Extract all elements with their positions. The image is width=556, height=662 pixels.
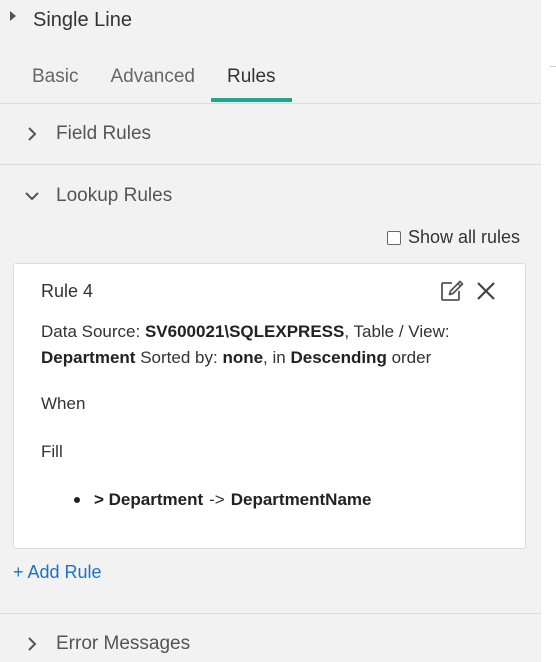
tab-rules[interactable]: Rules — [210, 60, 292, 102]
mapping-arrow: -> — [209, 490, 225, 509]
section-field-rules[interactable]: Field Rules — [24, 119, 151, 149]
section-label: Lookup Rules — [56, 185, 173, 206]
bullet-icon — [74, 497, 80, 503]
mapping-target: DepartmentName — [230, 490, 372, 509]
field-header[interactable]: Single Line — [10, 4, 132, 36]
chevron-down-icon — [25, 192, 39, 201]
when-label: When — [41, 394, 86, 413]
sorted-by-value: none — [222, 348, 264, 367]
section-error-messages[interactable]: Error Messages — [24, 629, 190, 659]
section-label: Error Messages — [56, 633, 191, 654]
tab-basic[interactable]: Basic — [16, 60, 94, 96]
chevron-right-icon — [28, 127, 37, 141]
show-all-rules-label: Show all rules — [407, 227, 520, 247]
show-all-rules-toggle[interactable]: Show all rules — [386, 227, 520, 248]
order-suffix: order — [391, 348, 432, 367]
in-prefix: , in — [263, 348, 286, 367]
data-source-prefix: Data Source: — [41, 322, 141, 341]
section-label: Field Rules — [56, 123, 152, 144]
section-lookup-rules[interactable]: Lookup Rules — [24, 181, 172, 211]
data-source-value: SV600021\SQLEXPRESS — [144, 322, 345, 341]
fill-mapping-item: > Department -> DepartmentName — [74, 490, 371, 510]
mapping-source: > Department — [94, 490, 204, 509]
caret-right-icon[interactable] — [10, 11, 16, 21]
rule-actions — [439, 278, 499, 304]
tab-bar: Basic Advanced Rules — [16, 60, 292, 104]
sorted-by-prefix: Sorted by: — [140, 348, 218, 367]
divider — [550, 66, 556, 67]
rule-card: Rule 4 Data Source: SV600021\SQLEXPRESS,… — [13, 263, 526, 549]
table-view-prefix: , Table / View: — [344, 322, 450, 341]
add-rule-link[interactable]: + Add Rule — [13, 562, 102, 583]
divider — [0, 164, 541, 165]
fill-label: Fill — [41, 442, 63, 461]
divider — [0, 613, 541, 614]
table-view-value: Department — [41, 348, 136, 367]
adjacent-pane-edge — [541, 0, 556, 662]
order-direction-value: Descending — [290, 348, 387, 367]
show-all-rules-checkbox[interactable] — [386, 230, 401, 245]
field-type-title: Single Line — [33, 8, 132, 31]
divider — [0, 103, 541, 104]
rule-description: Data Source: SV600021\SQLEXPRESS, Table … — [41, 319, 501, 371]
close-icon — [477, 282, 495, 300]
edit-button[interactable] — [439, 278, 465, 304]
edit-icon — [441, 280, 464, 301]
tab-advanced[interactable]: Advanced — [94, 60, 211, 96]
rule-title: Rule 4 — [41, 281, 94, 301]
chevron-right-icon — [28, 637, 37, 651]
delete-rule-button[interactable] — [473, 278, 499, 304]
properties-panel: Single Line Basic Advanced Rules Field R… — [0, 0, 541, 662]
